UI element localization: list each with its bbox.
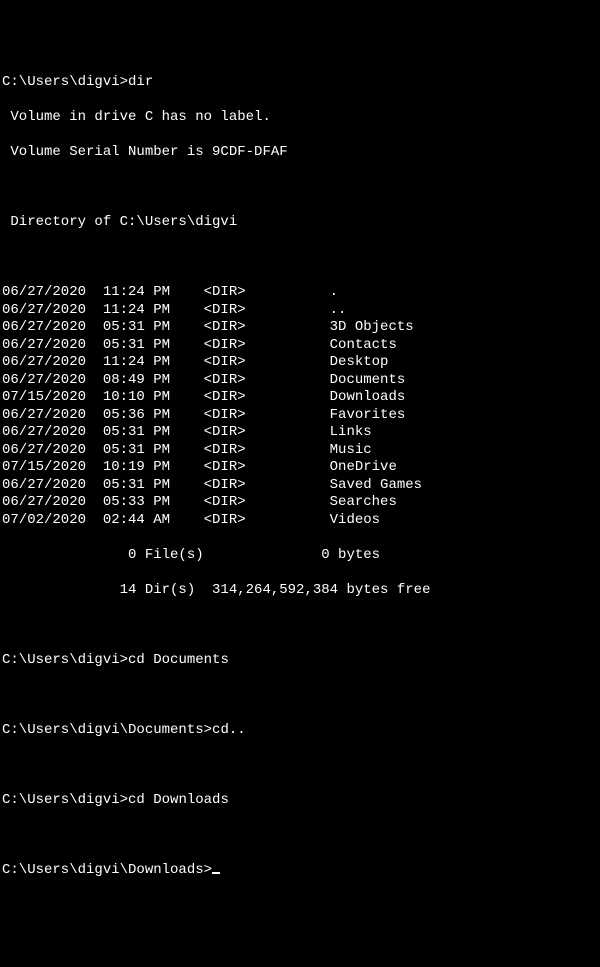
dir-entry: 06/27/2020 05:31 PM <DIR> Music — [2, 442, 598, 460]
blank-line — [2, 249, 598, 267]
dir-entry: 06/27/2020 08:49 PM <DIR> Documents — [2, 372, 598, 390]
command-text: cd Downloads — [128, 792, 229, 808]
prompt-line-3: C:\Users\digvi\Documents>cd.. — [2, 722, 598, 740]
volume-serial-line: Volume Serial Number is 9CDF-DFAF — [2, 144, 598, 162]
dir-entry: 06/27/2020 05:31 PM <DIR> Links — [2, 424, 598, 442]
directory-listing: 06/27/2020 11:24 PM <DIR> .06/27/2020 11… — [2, 284, 598, 529]
prompt-path: C:\Users\digvi> — [2, 74, 128, 90]
blank-line — [2, 757, 598, 775]
blank-line — [2, 827, 598, 845]
dir-entry: 06/27/2020 11:24 PM <DIR> Desktop — [2, 354, 598, 372]
dir-entry: 07/02/2020 02:44 AM <DIR> Videos — [2, 512, 598, 530]
command-text: dir — [128, 74, 153, 90]
dir-entry: 06/27/2020 05:31 PM <DIR> Contacts — [2, 337, 598, 355]
summary-dirs-line: 14 Dir(s) 314,264,592,384 bytes free — [2, 582, 598, 600]
prompt-line-current[interactable]: C:\Users\digvi\Downloads> — [2, 862, 598, 880]
dir-entry: 06/27/2020 05:36 PM <DIR> Favorites — [2, 407, 598, 425]
prompt-path: C:\Users\digvi\Downloads> — [2, 862, 212, 878]
prompt-path: C:\Users\digvi\Documents> — [2, 722, 212, 738]
dir-entry: 06/27/2020 11:24 PM <DIR> .. — [2, 302, 598, 320]
blank-line — [2, 687, 598, 705]
prompt-path: C:\Users\digvi> — [2, 652, 128, 668]
cursor-icon — [212, 872, 220, 874]
summary-files-line: 0 File(s) 0 bytes — [2, 547, 598, 565]
dir-entry: 06/27/2020 05:31 PM <DIR> Saved Games — [2, 477, 598, 495]
dir-entry: 07/15/2020 10:10 PM <DIR> Downloads — [2, 389, 598, 407]
directory-of-line: Directory of C:\Users\digvi — [2, 214, 598, 232]
command-text: cd.. — [212, 722, 246, 738]
prompt-line-1: C:\Users\digvi>dir — [2, 74, 598, 92]
blank-line — [2, 617, 598, 635]
dir-entry: 06/27/2020 05:31 PM <DIR> 3D Objects — [2, 319, 598, 337]
command-text: cd Documents — [128, 652, 229, 668]
dir-entry: 07/15/2020 10:19 PM <DIR> OneDrive — [2, 459, 598, 477]
dir-entry: 06/27/2020 05:33 PM <DIR> Searches — [2, 494, 598, 512]
prompt-line-2: C:\Users\digvi>cd Documents — [2, 652, 598, 670]
prompt-path: C:\Users\digvi> — [2, 792, 128, 808]
dir-entry: 06/27/2020 11:24 PM <DIR> . — [2, 284, 598, 302]
volume-label-line: Volume in drive C has no label. — [2, 109, 598, 127]
blank-line — [2, 179, 598, 197]
prompt-line-4: C:\Users\digvi>cd Downloads — [2, 792, 598, 810]
